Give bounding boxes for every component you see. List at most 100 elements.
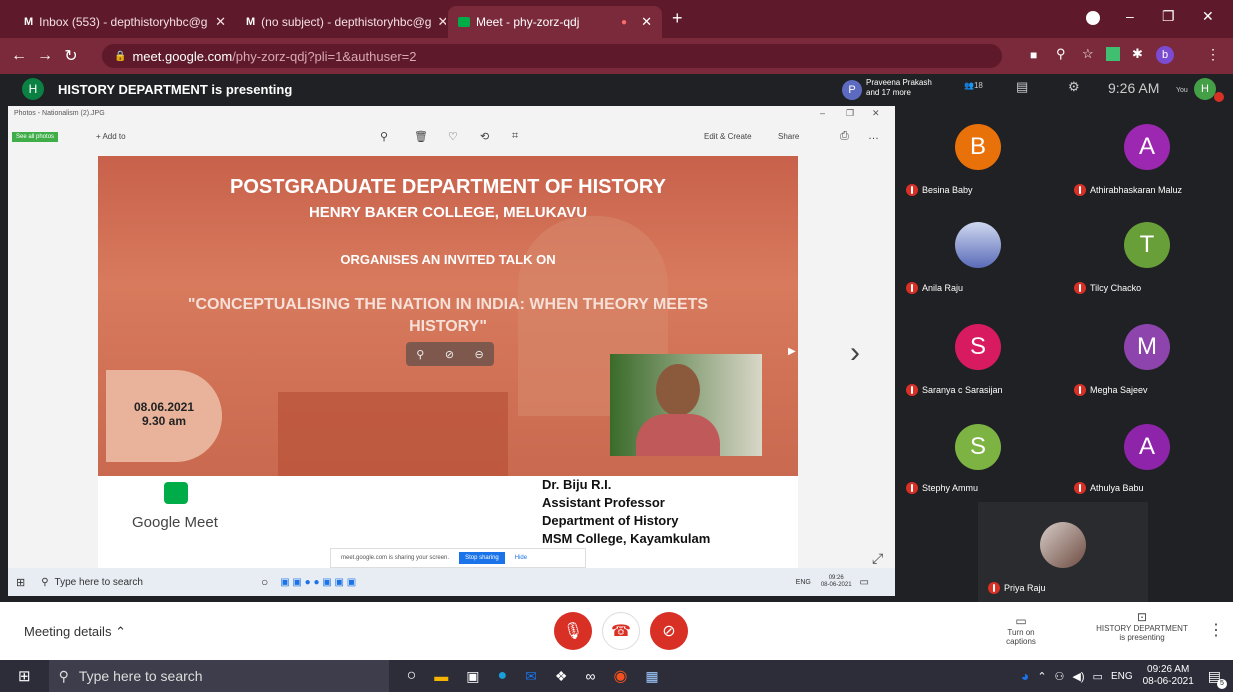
delete-icon[interactable]: 🗑 [414,130,428,143]
crop-icon[interactable]: ⌗ [512,130,518,143]
hide-button[interactable]: Hide [515,555,527,561]
tray-chevron-icon[interactable]: ⌃ [1037,670,1046,683]
more-icon[interactable]: … [868,130,879,142]
new-tab-button[interactable]: + [672,8,683,29]
mute-icon[interactable]: ⊘ [445,348,454,361]
photos-restore-button[interactable]: ❐ [846,108,854,119]
tab-no-subject[interactable]: M (no subject) - depthistoryhbc@g ✕ [236,6,446,38]
chevron-up-icon: ⌃ [115,624,126,639]
camera-toggle-button[interactable]: ⊘ [650,612,688,650]
heart-icon[interactable]: ♡ [448,130,458,143]
store-icon[interactable]: ▣ [466,668,479,685]
mail-icon[interactable]: ✉ [525,668,537,685]
participant-tile[interactable]: B Besina Baby [896,106,1066,204]
edge-icon[interactable]: ● [497,667,507,685]
stop-sharing-button[interactable]: Stop sharing [459,552,505,564]
close-icon[interactable]: ✕ [641,14,652,30]
profile-avatar[interactable]: b [1156,46,1174,64]
cortana-icon[interactable]: ○ [261,575,268,589]
close-window-button[interactable]: ✕ [1202,8,1214,25]
zoom-icon[interactable]: ⚲ [380,130,388,143]
chrome-icon[interactable]: ◉ [613,666,627,686]
participants-summary[interactable]: Praveena Prakash and 17 more [866,78,942,98]
next-slide-arrow[interactable]: ▶ [788,346,796,357]
mic-off-icon [906,384,918,396]
search-icon: ⚲ [41,576,49,588]
app-icons[interactable]: ▣ ▣ ● ● ▣ ▣ ▣ [280,577,356,588]
participant-tile[interactable]: S Stephy Ammu [896,406,1066,504]
mic-off-icon [906,184,918,196]
zoom-icon[interactable]: ⚲ [1056,46,1066,62]
participant-tile[interactable]: T Tilcy Chacko [1064,206,1233,304]
activities-icon[interactable]: ⚙ [1068,79,1080,95]
pin-icon[interactable]: ⚲ [416,348,424,361]
battery-icon[interactable]: ▭ [1093,670,1103,683]
menu-dots-icon[interactable]: ⋮ [1206,46,1220,63]
dropbox-icon[interactable]: ❖ [555,668,568,685]
tray-date: 08-06-2021 [1142,676,1194,687]
taskbar-search-box[interactable]: ⚲ Type here to search [48,660,389,692]
camera-icon[interactable]: ■ [1030,48,1037,62]
tray-clock[interactable]: 09:26 AM 08-06-2021 [1143,664,1194,688]
tray-lang[interactable]: ENG [1111,671,1133,682]
volume-icon[interactable]: ◀) [1072,670,1084,683]
link-icon[interactable]: ∞ [585,668,595,684]
participant-tile[interactable]: A Athirabhaskaran Maluz [1064,106,1233,204]
forward-icon[interactable]: → [32,47,58,65]
file-explorer-icon[interactable]: ▬ [434,668,448,684]
print-icon[interactable]: ⎙ [840,130,849,143]
share-button[interactable]: Share [778,132,799,141]
reload-icon[interactable]: ↻ [58,46,84,66]
participant-tile[interactable]: M Megha Sajeev [1064,306,1233,404]
url-field[interactable]: 🔒 meet.google.com /phy-zorz-qdj?pli=1&au… [102,44,1002,68]
restore-button[interactable]: ❐ [1162,8,1175,25]
notification-icon[interactable]: ▭ [860,577,869,588]
edit-create-menu[interactable]: Edit & Create [704,132,752,141]
participant-name-row: Saranya c Sarasijan [906,384,1003,396]
taskbar-search-box[interactable]: Type here to search [55,577,143,588]
url-path: /phy-zorz-qdj?pli=1&authuser=2 [232,48,417,64]
photos-close-button[interactable]: ✕ [872,108,880,119]
expand-icon[interactable]: ⤢ [872,550,883,567]
self-avatar[interactable]: H [1194,78,1216,100]
participant-name-row: Athulya Babu [1074,482,1144,494]
photos-minimize-button[interactable]: – [820,108,825,118]
action-center-icon[interactable]: ▤ 5 [1208,668,1227,689]
next-photo-icon[interactable]: › [850,336,860,370]
see-all-photos-button[interactable]: See all photos [12,132,59,142]
people-icon[interactable]: 👥18 [964,81,983,90]
chat-icon[interactable]: ▤ [1016,79,1028,95]
photos-app-icon[interactable]: ▦ [645,668,658,685]
minimize-button[interactable]: – [1126,8,1134,24]
remove-icon[interactable]: ⊖ [475,348,484,361]
windows-start-icon[interactable]: ⊞ [16,576,25,589]
add-to-button[interactable]: + Add to [96,132,126,141]
windows-start-icon[interactable]: ⊞ [18,667,31,685]
mic-toggle-button[interactable]: 🎙 [554,612,592,650]
extension-green-icon[interactable] [1106,47,1120,61]
cortana-icon[interactable]: ○ [407,667,417,685]
self-mic-off-icon [1214,92,1224,102]
participant-tile[interactable]: S Saranya c Sarasijan [896,306,1066,404]
tab-inbox[interactable]: M Inbox (553) - depthistoryhbc@g ✕ [14,6,236,38]
close-icon[interactable]: ✕ [215,14,226,30]
captions-button[interactable]: ▭ Turn on captions [996,614,1046,646]
tray-network-icon[interactable]: ⚇ [1055,670,1065,683]
participant-name: Megha Sajeev [1090,385,1148,395]
extensions-puzzle-icon[interactable]: ✱ [1132,46,1143,62]
leave-call-button[interactable]: ☎ [602,612,640,650]
presenting-status[interactable]: ⊡ HISTORY DEPARTMENT is presenting [1092,610,1192,642]
back-icon[interactable]: ← [6,47,32,65]
tray-app-icon[interactable]: ◕ [1021,668,1029,684]
rotate-icon[interactable]: ⟲ [480,130,489,143]
bookmark-star-icon[interactable]: ☆ [1082,46,1094,62]
more-options-icon[interactable]: ⋮ [1208,620,1224,640]
meeting-details-button[interactable]: Meeting details ⌃ [24,624,126,640]
close-icon[interactable]: ✕ [437,14,446,30]
participant-tile[interactable]: Priya Raju [978,502,1148,602]
participant-tile[interactable]: Anila Raju [896,206,1066,304]
participant-avatar: M [1124,324,1170,370]
extension-icon[interactable] [1086,11,1100,25]
tab-meet[interactable]: Meet - phy-zorz-qdj ● ✕ [448,6,662,38]
participant-tile[interactable]: A Athulya Babu [1064,406,1233,504]
